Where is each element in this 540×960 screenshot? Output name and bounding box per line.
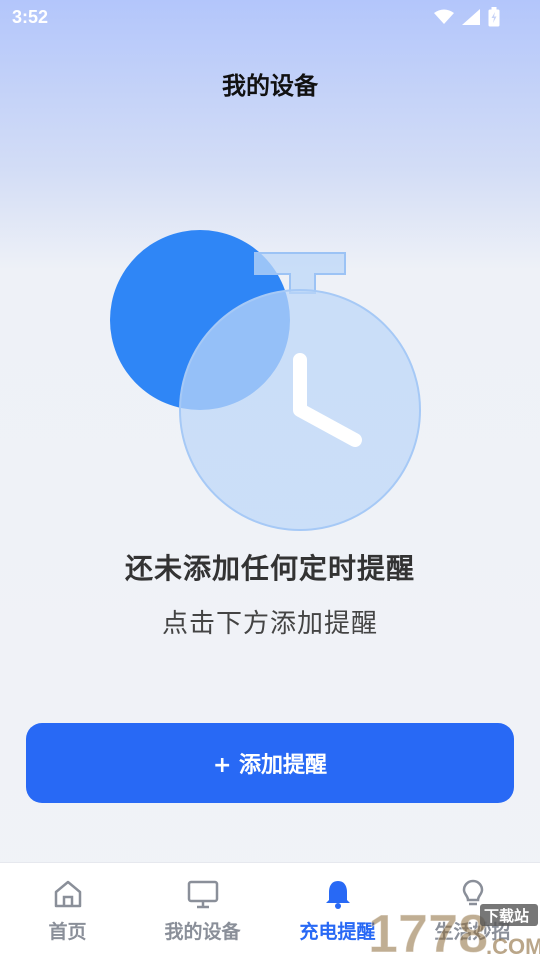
add-reminder-button[interactable]: + 添加提醒 [26, 723, 514, 803]
empty-state-title: 还未添加任何定时提醒 [124, 552, 415, 585]
nav-item-home[interactable]: 首页 [0, 863, 135, 960]
bell-icon [321, 877, 355, 911]
svg-text:.COM: .COM [486, 934, 540, 959]
empty-state-subtitle: 点击下方添加提醒 [161, 609, 378, 639]
svg-text:下载站: 下载站 [484, 907, 529, 925]
status-icons [434, 7, 500, 27]
status-bar: 3:52 [0, 0, 540, 36]
nav-item-my-devices[interactable]: 我的设备 [135, 863, 270, 960]
nav-label-home: 首页 [48, 921, 87, 943]
signal-icon [462, 9, 480, 25]
page-title: 我的设备 [222, 72, 318, 100]
home-icon [51, 877, 85, 911]
svg-text:1778: 1778 [368, 904, 488, 960]
nav-label-my-devices: 我的设备 [164, 921, 241, 943]
status-time: 3:52 [12, 7, 49, 27]
wifi-icon [434, 9, 454, 24]
monitor-icon [186, 877, 220, 911]
site-watermark: 1778 下载站 .COM [368, 904, 540, 960]
battery-icon [488, 7, 500, 27]
alarm-clock-illustration [110, 230, 421, 531]
